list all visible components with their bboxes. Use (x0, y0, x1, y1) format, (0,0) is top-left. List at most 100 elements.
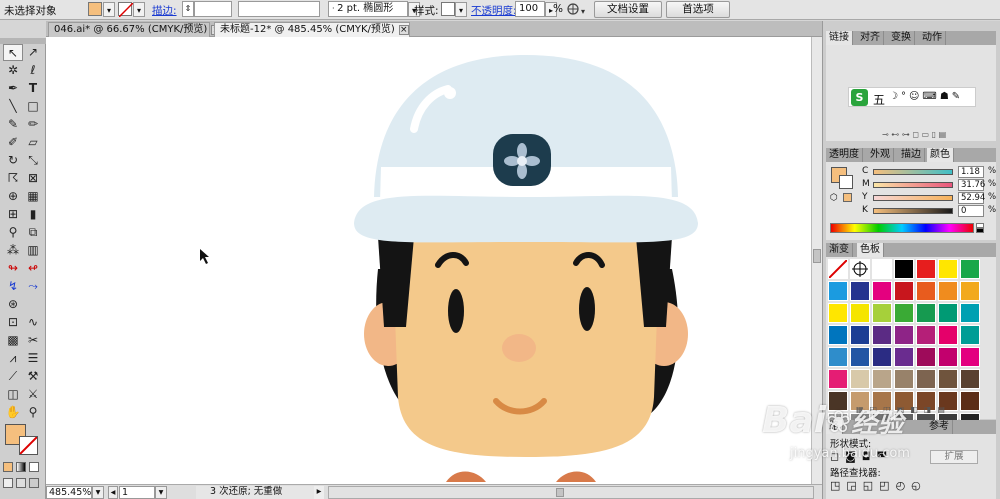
eyedropper-tool-icon[interactable]: ⚲ (3, 224, 23, 241)
color-swatch[interactable] (916, 303, 936, 323)
chart-line-icon[interactable]: ⩘ (3, 350, 23, 367)
grid-icon[interactable]: ▩ (3, 332, 23, 349)
tab-document-untitled-12[interactable]: 未标题-12* @ 485.45% (CMYK/预览) × (214, 22, 410, 37)
registration-swatch[interactable] (850, 259, 870, 279)
red-action-icon-2[interactable]: ↫ (23, 260, 43, 277)
color-swatch[interactable] (872, 325, 892, 345)
stroke-weight-field[interactable] (194, 1, 232, 17)
artboard-canvas[interactable] (46, 37, 811, 484)
scrollbar-thumb[interactable] (813, 249, 821, 263)
scrollbar-thumb[interactable] (556, 488, 564, 497)
color-swatch[interactable] (960, 325, 980, 345)
color-swatch[interactable] (960, 281, 980, 301)
tab-document-046[interactable]: 046.ai* @ 66.67% (CMYK/预览)× (48, 22, 222, 37)
symbol-sprayer-tool-icon[interactable]: ⁂ (3, 242, 23, 259)
draw-normal-icon[interactable] (3, 478, 13, 488)
color-swatch[interactable] (850, 347, 870, 367)
tab-transparency[interactable]: 透明度 (826, 148, 863, 162)
fill-dropdown-arrow[interactable]: ▾ (103, 2, 115, 17)
color-swatch[interactable] (850, 369, 870, 389)
color-swatch[interactable] (960, 369, 980, 389)
draw-behind-icon[interactable] (15, 478, 26, 488)
mesh-tool-icon[interactable]: ⊞ (3, 206, 23, 223)
color-swatch[interactable] (916, 259, 936, 279)
draw-inside-icon[interactable] (28, 478, 39, 488)
color-swatch[interactable] (960, 259, 980, 279)
color-spectrum-bar[interactable] (830, 223, 974, 233)
color-swatch[interactable] (938, 281, 958, 301)
tab-align[interactable]: 对齐 (857, 31, 884, 45)
artboard-number-field[interactable]: 1 (119, 486, 155, 499)
color-swatch[interactable] (872, 303, 892, 323)
color-swatch[interactable] (916, 369, 936, 389)
gradient-mode-icon[interactable] (15, 462, 26, 472)
stroke-panel-link[interactable]: 描边: (152, 3, 177, 18)
stroke-none-swatch[interactable] (118, 2, 134, 18)
artboard-tool-icon[interactable]: ⊡ (3, 314, 23, 331)
brush-definition-field[interactable]: · 2 pt. 椭圆形 (328, 1, 408, 17)
color-swatch[interactable] (828, 281, 848, 301)
black-value-field[interactable]: 0 (958, 205, 984, 217)
color-mode-icon[interactable] (3, 462, 13, 472)
pencil-tool-icon[interactable]: ✏ (23, 116, 43, 133)
color-swatch[interactable] (872, 369, 892, 389)
blob-brush-tool-icon[interactable]: ✐ (3, 134, 23, 151)
color-swatch[interactable] (894, 303, 914, 323)
color-swatch[interactable] (894, 325, 914, 345)
recolor-artwork-icon[interactable]: ▾ (564, 2, 588, 17)
warp-tool-icon[interactable]: ☈ (3, 170, 23, 187)
color-swatch[interactable] (828, 303, 848, 323)
status-menu-arrow[interactable]: ▸ (314, 486, 324, 499)
color-swatch[interactable] (938, 325, 958, 345)
color-swatch[interactable] (872, 347, 892, 367)
color-swatch[interactable] (894, 259, 914, 279)
slice-tool-icon[interactable]: ∿ (23, 314, 43, 331)
pen-tool-icon[interactable]: ✒ (3, 80, 23, 97)
black-slider[interactable] (873, 208, 953, 214)
zoom-level-field[interactable]: 485.45% (46, 486, 92, 499)
color-swatch[interactable] (938, 369, 958, 389)
color-swatch[interactable] (960, 303, 980, 323)
tab-swatches[interactable]: 色板 (857, 243, 884, 257)
free-transform-tool-icon[interactable]: ⊠ (23, 170, 43, 187)
first-artboard-icon[interactable]: ◂ (108, 486, 118, 499)
style-dropdown-arrow[interactable]: ▾ (455, 2, 467, 17)
gradient-tool-icon[interactable]: ▮ (23, 206, 43, 223)
cyan-value-field[interactable]: 1.18 (958, 166, 984, 178)
magic-wand-tool-icon[interactable]: ✲ (3, 62, 23, 79)
tab-reference[interactable]: 参考 (926, 420, 953, 434)
blue-action-icon[interactable]: ↯ (3, 278, 23, 295)
magenta-value-field[interactable]: 31.76 (958, 179, 985, 191)
color-swatch[interactable] (916, 347, 936, 367)
color-swatch[interactable] (938, 347, 958, 367)
perspective-grid-tool-icon[interactable]: ▦ (23, 188, 43, 205)
tab-stroke[interactable]: 描边 (898, 148, 925, 162)
lasso-tool-icon[interactable]: ℓ (23, 62, 43, 79)
pathfinder-buttons[interactable]: ◳◲◱◰◴◵ (830, 479, 927, 492)
color-swatch[interactable] (938, 259, 958, 279)
cyan-slider[interactable] (873, 169, 953, 175)
artboard-dropdown-arrow[interactable]: ▾ (155, 486, 167, 499)
zoom-tool-icon[interactable]: ⚲ (23, 404, 43, 421)
live-paint-tool-icon[interactable]: ◫ (3, 386, 23, 403)
preferences-button[interactable]: 首选项 (666, 1, 730, 18)
measure-tool-icon[interactable]: ⟋ (3, 368, 23, 385)
color-swatch[interactable] (872, 259, 892, 279)
none-mode-icon[interactable] (28, 462, 39, 472)
ime-toolbar[interactable]: S 五 ☽°☺⌨☗✎ (848, 87, 976, 107)
color-swatch[interactable] (828, 325, 848, 345)
color-mode-buttons[interactable] (3, 462, 43, 474)
none-swatch[interactable] (828, 259, 848, 279)
document-setup-button[interactable]: 文档设置 (594, 1, 662, 18)
tab-transform[interactable]: 变换 (888, 31, 915, 45)
blend-tool-icon[interactable]: ⧉ (23, 224, 43, 241)
stroke-color-box[interactable] (19, 436, 38, 455)
color-swatch[interactable] (960, 347, 980, 367)
color-swatch[interactable] (894, 281, 914, 301)
type-tool-icon[interactable]: T (23, 80, 43, 97)
selection-tool-icon[interactable]: ↖ (3, 44, 23, 61)
color-swatch[interactable] (894, 369, 914, 389)
knife-tool-icon[interactable]: ⚔ (23, 386, 43, 403)
tab-color[interactable]: 颜色 (927, 148, 954, 162)
hand-tool-icon[interactable]: ✋ (3, 404, 23, 421)
